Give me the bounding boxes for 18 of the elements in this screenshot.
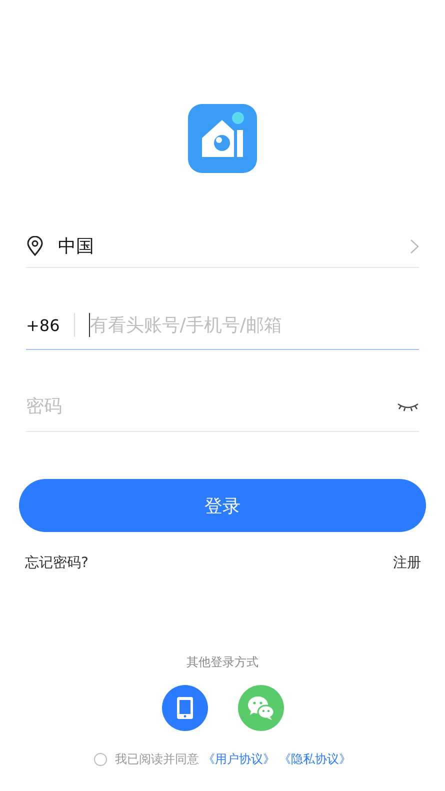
app-logo	[188, 104, 257, 173]
agreement-text: 我已阅读并同意	[115, 751, 199, 768]
password-input[interactable]: 密码	[26, 396, 397, 417]
wechat-login-button[interactable]	[238, 685, 284, 731]
account-input[interactable]: 有看头账号/手机号/邮箱	[90, 314, 419, 336]
register-link[interactable]: 注册	[393, 554, 421, 572]
location-pin-icon	[26, 236, 44, 256]
agreement-link[interactable]: 《隐私协议》	[279, 751, 351, 768]
phone-login-button[interactable]	[162, 685, 208, 731]
closed-eye-icon[interactable]	[397, 400, 419, 412]
agreement-checkbox[interactable]	[94, 753, 107, 766]
chevron-right-icon	[410, 238, 419, 254]
country-code[interactable]: +86	[26, 316, 60, 334]
forgot-password-link[interactable]: 忘记密码?	[25, 554, 88, 572]
other-login-title: 其他登录方式	[186, 654, 260, 671]
login-button[interactable]: 登录	[19, 479, 426, 532]
agreement-link[interactable]: 《用户协议》	[203, 751, 275, 768]
region-value[interactable]: 中国	[58, 234, 410, 258]
